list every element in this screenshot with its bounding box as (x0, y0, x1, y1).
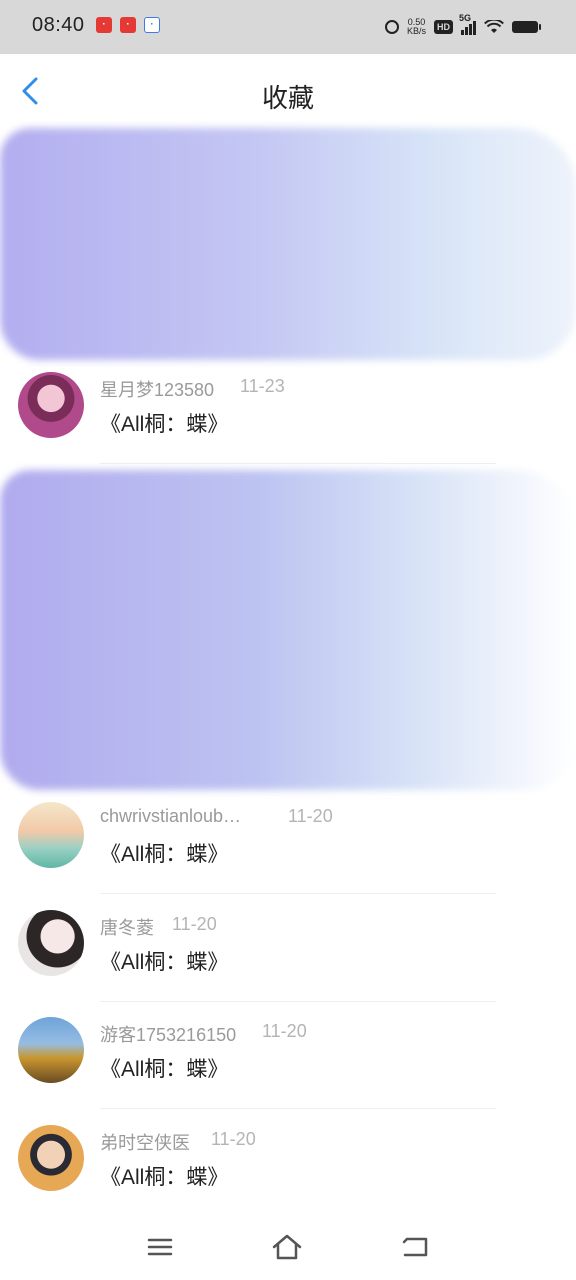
list-item[interactable]: 星月梦123580 11-23 《All桐：蝶》 (0, 358, 576, 464)
header: 收藏 (0, 54, 576, 126)
status-bar: 08:40 · · · 0.50 KB/s HD 5G (0, 0, 576, 54)
date: 11-20 (262, 1021, 307, 1041)
work-title[interactable]: 《All桐：蝶》 (100, 838, 228, 868)
work-title[interactable]: 《All桐：蝶》 (100, 1053, 228, 1083)
app-icon-baidu: · (144, 17, 160, 33)
list-item[interactable]: 弟时空侠医 11-20 《All桐：蝶》 (0, 1111, 576, 1217)
blurred-cover-image (0, 128, 576, 360)
divider (100, 1108, 496, 1109)
work-title[interactable]: 《All桐：蝶》 (100, 1161, 228, 1191)
battery-icon (512, 21, 541, 33)
nav-menu-button[interactable] (143, 1230, 177, 1264)
blurred-cover-image (0, 470, 576, 790)
app-icon-listen: · (120, 17, 136, 33)
avatar[interactable] (18, 910, 84, 976)
list-item[interactable]: chwrivstianloub… 11-20 《All桐：蝶》 (0, 788, 576, 894)
wifi-icon (484, 20, 504, 33)
alarm-icon (384, 20, 399, 34)
date: 11-20 (211, 1129, 256, 1149)
avatar[interactable] (18, 372, 84, 438)
app-icon-red: · (96, 17, 112, 33)
signal-icon: 5G (459, 13, 476, 35)
back-icon (402, 1237, 428, 1257)
list-item[interactable]: 唐冬菱 11-20 《All桐：蝶》 (0, 896, 576, 1002)
date: 11-20 (288, 806, 333, 826)
divider (100, 1001, 496, 1002)
divider (100, 463, 496, 464)
nav-back-button[interactable] (399, 1230, 433, 1264)
divider (100, 893, 496, 894)
system-nav-bar (0, 1216, 576, 1280)
network-label: 5G (459, 13, 472, 23)
net-speed: 0.50 KB/s (407, 18, 426, 36)
work-title[interactable]: 《All桐：蝶》 (100, 408, 228, 438)
date: 11-23 (240, 376, 285, 396)
date: 11-20 (172, 914, 217, 934)
nav-home-button[interactable] (270, 1230, 304, 1264)
username[interactable]: 弟时空侠医 (100, 1129, 190, 1155)
avatar[interactable] (18, 1017, 84, 1083)
username[interactable]: 星月梦123580 (100, 376, 214, 402)
username[interactable]: chwrivstianloub… (100, 806, 241, 827)
page-title: 收藏 (261, 83, 314, 113)
work-title[interactable]: 《All桐：蝶》 (100, 946, 228, 976)
menu-icon (147, 1238, 173, 1256)
avatar[interactable] (18, 1125, 84, 1191)
username[interactable]: 唐冬菱 (100, 914, 154, 940)
status-time: 08:40 (32, 14, 85, 36)
list-item[interactable]: 游客1753216150 11-20 《All桐：蝶》 (0, 1003, 576, 1109)
status-indicators: 0.50 KB/s HD 5G (384, 13, 541, 40)
hd-badge: HD (434, 20, 453, 34)
home-icon (272, 1234, 302, 1260)
username[interactable]: 游客1753216150 (100, 1021, 236, 1047)
net-speed-unit: KB/s (406, 26, 426, 36)
avatar[interactable] (18, 802, 84, 868)
